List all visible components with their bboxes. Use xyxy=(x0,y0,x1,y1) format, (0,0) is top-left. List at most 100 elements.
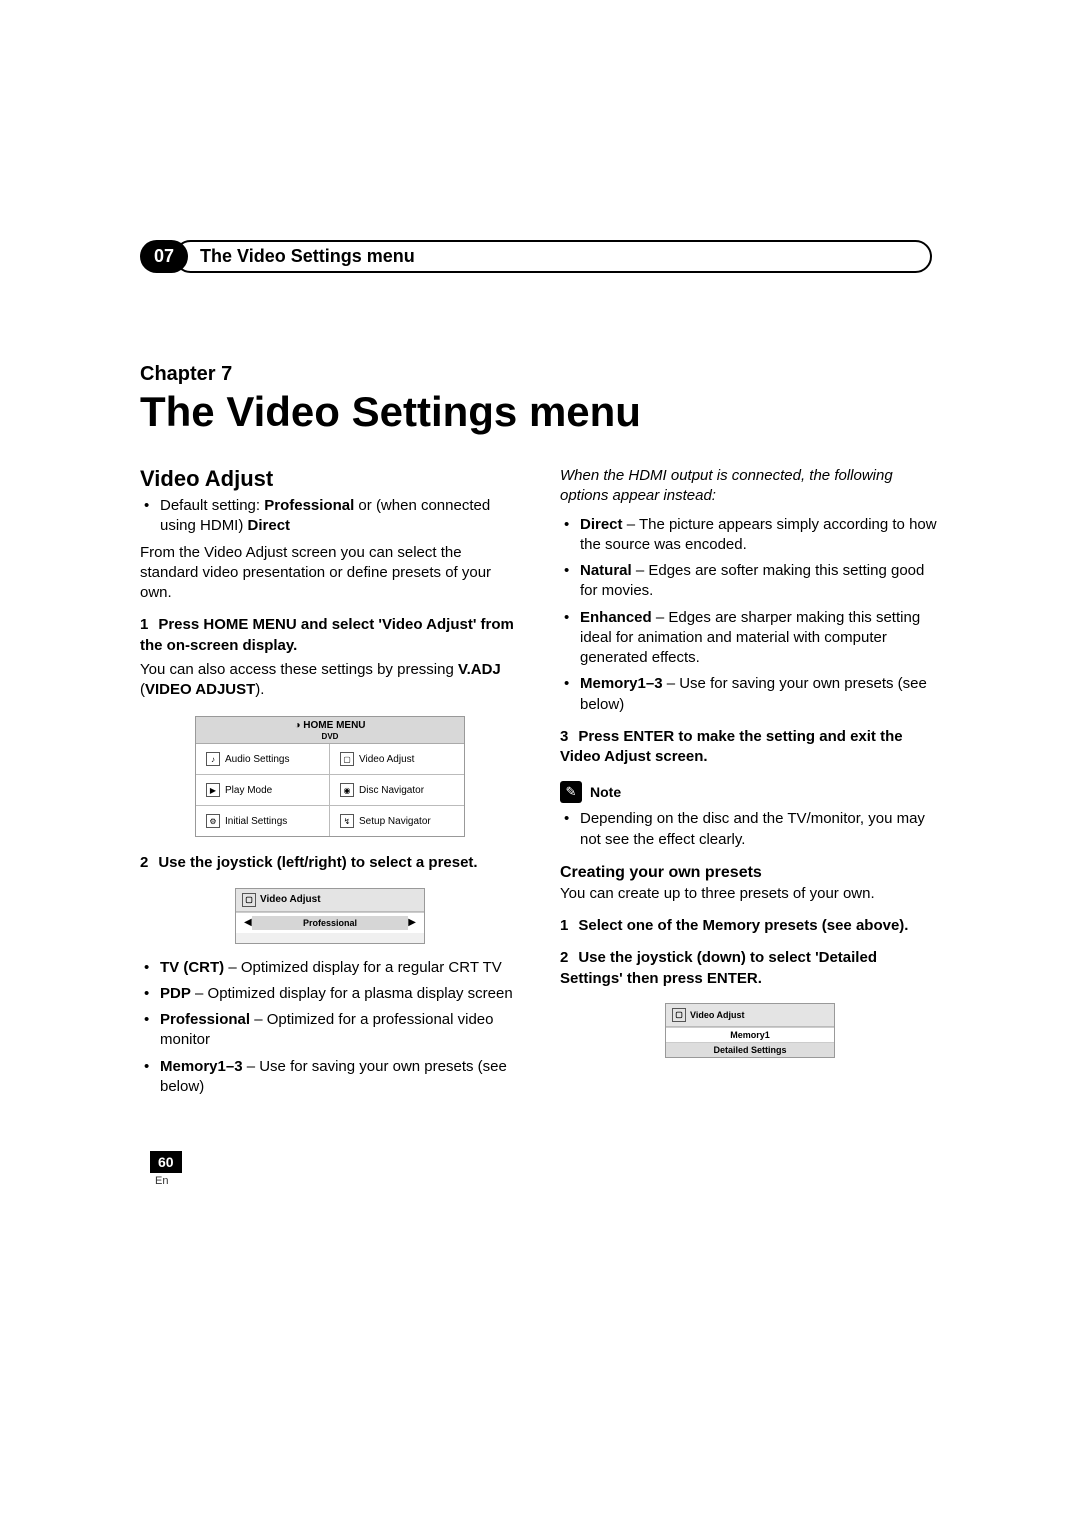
step-number: 1 xyxy=(560,917,568,934)
video-adjust-screenshot: ▢ Video Adjust ◀ Professional ▶ xyxy=(235,888,425,944)
page-number-badge: 60 xyxy=(150,1151,182,1173)
note-body: Depending on the disc and the TV/monitor… xyxy=(580,809,940,850)
page-title: The Video Settings menu xyxy=(140,388,940,436)
arrow-left-icon: ◀ xyxy=(244,917,252,928)
menu-item-audio-settings: ♪ Audio Settings xyxy=(196,744,330,775)
section-heading-video-adjust: Video Adjust xyxy=(140,466,520,492)
subsection-heading-presets: Creating your own presets xyxy=(560,864,940,882)
mem-row-detailed-settings: Detailed Settings xyxy=(666,1042,834,1057)
header-pill-title: The Video Settings menu xyxy=(174,240,932,273)
list-item: PDP – Optimized display for a plasma dis… xyxy=(160,984,520,1004)
menu-label: Video Adjust xyxy=(359,754,414,765)
play-icon: ▶ xyxy=(206,783,220,797)
chapter-label: Chapter 7 xyxy=(140,363,940,386)
text: You can also access these settings by pr… xyxy=(140,661,458,678)
wand-icon: ↯ xyxy=(340,814,354,828)
default-setting-line: Default setting: Professional or (when c… xyxy=(160,496,520,537)
text: ). xyxy=(255,681,264,698)
list-item: Professional – Optimized for a professio… xyxy=(160,1010,520,1051)
va-blank-row xyxy=(236,933,424,943)
left-column: Video Adjust Default setting: Profession… xyxy=(140,466,520,1103)
note-bar: ✎ Note xyxy=(560,781,940,803)
menu-subtitle: DVD xyxy=(322,732,339,741)
menu-label: Play Mode xyxy=(225,785,272,796)
monitor-icon: ▢ xyxy=(672,1008,686,1022)
text: HOME MENU xyxy=(303,720,365,731)
text: VIDEO ADJUST xyxy=(145,681,255,698)
text: Memory1–3 xyxy=(580,675,663,692)
list-item: Memory1–3 – Use for saving your own pres… xyxy=(160,1057,520,1098)
step-number: 2 xyxy=(140,854,148,871)
va-header: ▢ Video Adjust xyxy=(236,889,424,912)
step-number: 2 xyxy=(560,949,568,966)
text: Natural xyxy=(580,562,632,579)
step-number: 1 xyxy=(140,616,148,633)
pencil-icon: ✎ xyxy=(560,781,582,803)
create-intro: You can create up to three presets of yo… xyxy=(560,884,940,904)
text: Direct xyxy=(248,517,291,534)
va-title: Video Adjust xyxy=(260,894,321,905)
step-title: Use the joystick (left/right) to select … xyxy=(158,854,477,871)
step-1: 1Press HOME MENU and select 'Video Adjus… xyxy=(140,615,520,656)
menu-item-initial-settings: ⚙Initial Settings xyxy=(196,806,330,836)
menu-label: Setup Navigator xyxy=(359,816,431,827)
mem-row-memory1: Memory1 xyxy=(666,1027,834,1042)
menu-title: ◑ HOME MENU DVD xyxy=(196,717,464,744)
note-label: Note xyxy=(590,784,621,800)
step-title: Select one of the Memory presets (see ab… xyxy=(578,917,908,934)
memory-settings-screenshot: ▢ Video Adjust Memory1 Detailed Settings xyxy=(665,1003,835,1058)
text: Memory1–3 xyxy=(160,1058,243,1075)
globe-icon: ◑ xyxy=(294,720,303,731)
monitor-icon: ▢ xyxy=(340,752,354,766)
gear-icon: ⚙ xyxy=(206,814,220,828)
speaker-icon: ♪ xyxy=(206,752,220,766)
text: – The picture appears simply according t… xyxy=(580,516,937,553)
arrow-right-icon: ▶ xyxy=(408,917,416,928)
content-columns: Video Adjust Default setting: Profession… xyxy=(140,466,940,1103)
intro-paragraph: From the Video Adjust screen you can sel… xyxy=(140,543,520,604)
header-bar: 07 The Video Settings menu xyxy=(140,240,940,273)
step-number: 3 xyxy=(560,728,568,745)
text: Direct xyxy=(580,516,623,533)
menu-item-video-adjust: ▢ Video Adjust xyxy=(330,744,464,775)
menu-label: Audio Settings xyxy=(225,754,290,765)
home-menu-screenshot: ◑ HOME MENU DVD ♪ Audio Settings ▢ Video A… xyxy=(195,716,465,837)
va-selector-row: ◀ Professional ▶ xyxy=(236,912,424,933)
step-title: Press HOME MENU and select 'Video Adjust… xyxy=(140,616,514,653)
va-selected-value: Professional xyxy=(252,916,409,930)
step-1-body: You can also access these settings by pr… xyxy=(140,660,520,701)
chapter-number-badge: 07 xyxy=(140,240,188,273)
language-label: En xyxy=(155,1175,168,1187)
text: Default setting: xyxy=(160,497,264,514)
menu-grid: ♪ Audio Settings ▢ Video Adjust ▶ Play Mode… xyxy=(196,744,464,836)
text: – Optimized display for a plasma display… xyxy=(191,985,513,1002)
list-item: Enhanced – Edges are sharper making this… xyxy=(580,608,940,669)
text: – Edges are softer making this setting g… xyxy=(580,562,924,599)
menu-item-play-mode: ▶ Play Mode xyxy=(196,775,330,806)
step-2: 2 Use the joystick (left/right) to select… xyxy=(140,853,520,873)
manual-page: 07 The Video Settings menu Chapter 7 The… xyxy=(0,0,1080,1103)
preset-list: TV (CRT) – Optimized display for a regul… xyxy=(140,958,520,1098)
right-column: When the HDMI output is connected, the f… xyxy=(560,466,940,1103)
hdmi-options-list: Direct – The picture appears simply acco… xyxy=(560,515,940,715)
text: V.ADJ xyxy=(458,661,501,678)
list-item: Direct – The picture appears simply acco… xyxy=(580,515,940,556)
menu-item-setup-navigator: ↯ Setup Navigator xyxy=(330,806,464,836)
text: – Optimized display for a regular CRT TV xyxy=(224,959,502,976)
create-step-2: 2Use the joystick (down) to select 'Deta… xyxy=(560,948,940,989)
step-3: 3Press ENTER to make the setting and exi… xyxy=(560,727,940,768)
mem-title: Video Adjust xyxy=(690,1010,745,1020)
chapter-heading-block: Chapter 7 The Video Settings menu xyxy=(140,363,940,436)
text: Professional xyxy=(264,497,354,514)
mem-header: ▢ Video Adjust xyxy=(666,1004,834,1027)
list-item: Memory1–3 – Use for saving your own pres… xyxy=(580,674,940,715)
text: Professional xyxy=(160,1011,250,1028)
create-step-1: 1 Select one of the Memory presets (see a… xyxy=(560,916,940,936)
step-title: Use the joystick (down) to select 'Detai… xyxy=(560,949,877,986)
menu-label: Disc Navigator xyxy=(359,785,424,796)
list-item: Natural – Edges are softer making this s… xyxy=(580,561,940,602)
disc-icon: ◉ xyxy=(340,783,354,797)
menu-item-disc-navigator: ◉ Disc Navigator xyxy=(330,775,464,806)
monitor-icon: ▢ xyxy=(242,893,256,907)
text: PDP xyxy=(160,985,191,1002)
